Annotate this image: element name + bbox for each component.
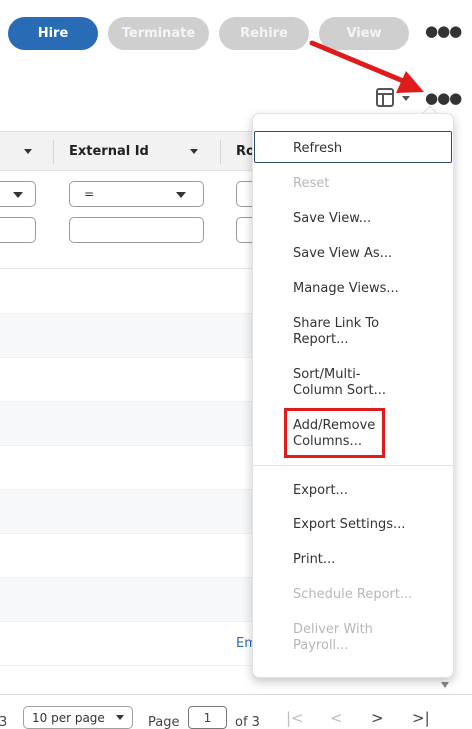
menu-item-reset: Reset: [293, 176, 330, 191]
page-size-value: 10 per page: [32, 710, 105, 725]
filter-value-input[interactable]: [0, 217, 36, 243]
pagination-bar: 3 10 per page Page 1 of 3 |< < > >|: [0, 694, 472, 729]
annotation-highlight-box: [284, 408, 385, 458]
page-size-select[interactable]: 10 per page: [23, 706, 133, 729]
filter-operator-value: =: [84, 187, 95, 201]
pager-count: 3: [0, 715, 8, 729]
menu-item-deliver-with-payroll: Deliver With Payroll...: [293, 622, 373, 653]
chevron-down-icon: [13, 192, 23, 198]
menu-item-share-link[interactable]: Share Link To Report...: [293, 316, 443, 348]
filter-value-input-external-id[interactable]: [69, 217, 204, 243]
grid-options-menu: Refresh Reset Save View... Save View As.…: [252, 113, 454, 678]
chevron-down-icon: [176, 192, 186, 198]
filter-operator-select-external-id[interactable]: =: [69, 181, 204, 207]
column-menu-icon[interactable]: [190, 149, 198, 154]
rehire-button[interactable]: Rehire: [219, 17, 309, 50]
page-label: Page: [148, 715, 180, 729]
column-separator[interactable]: [53, 140, 54, 164]
terminate-button[interactable]: Terminate: [108, 17, 209, 50]
first-page-icon[interactable]: |<: [286, 709, 304, 727]
annotation-arrow-icon: [309, 40, 424, 93]
menu-item-export[interactable]: Export...: [293, 483, 443, 499]
menu-item-manage-views[interactable]: Manage Views...: [293, 281, 443, 297]
column-separator[interactable]: [220, 140, 221, 164]
page-number-input[interactable]: 1: [188, 706, 227, 729]
column-menu-icon[interactable]: [24, 149, 32, 154]
next-page-icon[interactable]: >: [371, 709, 384, 727]
chevron-down-icon: [116, 715, 124, 720]
hire-button[interactable]: Hire: [8, 17, 98, 50]
page-total: of 3: [235, 715, 260, 729]
menu-item-save-view[interactable]: Save View...: [293, 211, 443, 227]
menu-focus-ring: [254, 131, 452, 163]
menu-item-export-settings[interactable]: Export Settings...: [293, 517, 443, 533]
menu-item-sort[interactable]: Sort/Multi- Column Sort...: [293, 367, 443, 399]
menu-item-schedule-report: Schedule Report...: [293, 587, 413, 602]
column-header-external-id[interactable]: External Id: [69, 132, 149, 170]
last-page-icon[interactable]: >|: [412, 709, 430, 727]
menu-item-save-view-as[interactable]: Save View As...: [293, 246, 443, 262]
filter-operator-select[interactable]: [0, 181, 36, 207]
previous-page-icon[interactable]: <: [330, 709, 343, 727]
menu-item-print[interactable]: Print...: [293, 552, 443, 568]
menu-divider: [253, 465, 453, 466]
